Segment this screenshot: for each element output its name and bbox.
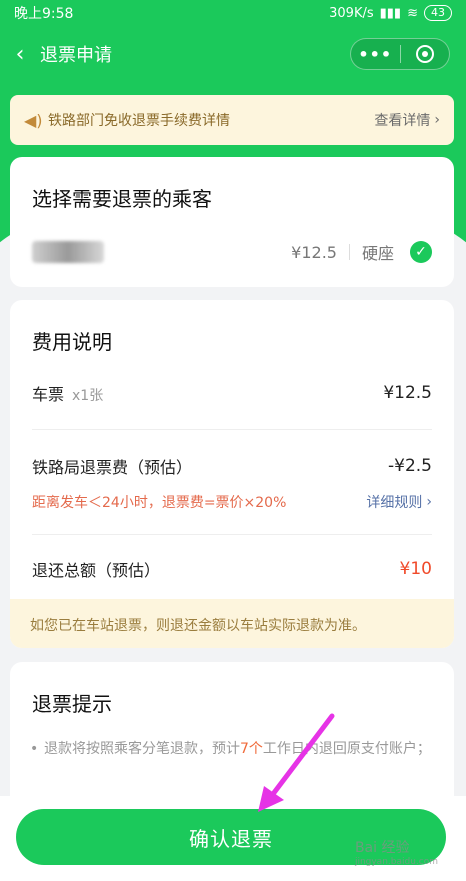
network-speed: 309K/s bbox=[329, 5, 374, 21]
fee-card: 费用说明 车票 x1张 ¥12.5 铁路局退票费（预估） -¥2.5 距离发车＜2… bbox=[10, 300, 454, 648]
ticket-count: x1张 bbox=[72, 388, 104, 404]
baidu-watermark: Bai 经验 jingyan.baidu.com bbox=[355, 837, 438, 867]
passenger-ticket-price: ¥12.5 bbox=[291, 242, 337, 262]
view-details-link[interactable]: 查看详情 › bbox=[374, 110, 440, 130]
target-circle-icon[interactable] bbox=[401, 39, 450, 69]
detailed-rules-label: 详细规则 bbox=[366, 495, 423, 511]
page-title: 退票申请 bbox=[40, 45, 112, 66]
passenger-name-redacted bbox=[32, 241, 104, 263]
refund-tips-title: 退票提示 bbox=[32, 692, 112, 716]
passenger-row[interactable]: ¥12.5 硬座 ✓ bbox=[10, 240, 454, 264]
fee-rule-row: 距离发车＜24小时，退票费=票价×20% 详细规则 › bbox=[10, 492, 454, 512]
watermark-brand: Bai 经验 bbox=[354, 840, 410, 856]
wifi-icon: ≋ bbox=[407, 5, 418, 21]
divider bbox=[32, 429, 432, 430]
status-time: 晚上9:58 bbox=[14, 6, 74, 22]
fee-rule-text: 距离发车＜24小时，退票费=票价×20% bbox=[32, 495, 287, 511]
refund-total-value: ¥10 bbox=[399, 559, 432, 579]
more-dots-icon[interactable]: ••• bbox=[351, 39, 400, 69]
tip-text-after: 工作日内退回原支付账户； bbox=[262, 741, 431, 757]
fee-notice-banner[interactable]: ◀) 铁路部门免收退票手续费详情 查看详情 › bbox=[10, 95, 454, 145]
refund-fee-row: 铁路局退票费（预估） -¥2.5 bbox=[10, 454, 454, 478]
chevron-right-icon: › bbox=[426, 494, 432, 510]
bullet-icon: • bbox=[30, 741, 39, 757]
ticket-price: ¥12.5 bbox=[383, 383, 432, 403]
refund-total-row: 退还总额（预估） ¥10 bbox=[10, 557, 454, 581]
watermark-url: jingyan.baidu.com bbox=[354, 857, 438, 867]
ticket-label: 车票 bbox=[32, 385, 65, 404]
chevron-left-icon[interactable]: ‹ bbox=[0, 30, 40, 78]
refund-total-label: 退还总额（预估） bbox=[32, 561, 161, 580]
refund-fee-value: -¥2.5 bbox=[388, 456, 432, 476]
tip-text-before: 退款将按照乘客分笔退款，预计 bbox=[44, 741, 240, 757]
miniprogram-capsule: ••• bbox=[350, 38, 450, 70]
speaker-icon: ◀) bbox=[24, 110, 43, 130]
passenger-card-title: 选择需要退票的乘客 bbox=[32, 187, 212, 211]
signal-icon: ▮▮▮ bbox=[379, 5, 402, 21]
passenger-seat-type: 硬座 bbox=[361, 244, 394, 263]
ticket-row: 车票 x1张 ¥12.5 bbox=[10, 381, 454, 405]
detailed-rules-link[interactable]: 详细规则 › bbox=[366, 492, 432, 512]
passenger-card: 选择需要退票的乘客 ¥12.5 硬座 ✓ bbox=[10, 157, 454, 287]
list-item: • 退款将按照乘客分笔退款，预计7个工作日内退回原支付账户； bbox=[10, 717, 454, 763]
price-seat-divider bbox=[348, 244, 350, 260]
fee-card-title: 费用说明 bbox=[32, 330, 112, 354]
station-refund-tip: 如您已在车站退票，则退还金额以车站实际退款为准。 bbox=[10, 599, 454, 648]
notice-text: 铁路部门免收退票手续费详情 bbox=[48, 113, 230, 129]
battery-icon: 43 bbox=[424, 5, 452, 21]
tip-highlight: 7个 bbox=[240, 741, 263, 757]
view-details-label: 查看详情 bbox=[374, 113, 431, 129]
status-bar: 晚上9:58 309K/s ▮▮▮ ≋ 43 bbox=[0, 0, 466, 26]
chevron-right-icon: › bbox=[434, 112, 440, 128]
checkmark-icon[interactable]: ✓ bbox=[410, 241, 432, 263]
refund-fee-label: 铁路局退票费（预估） bbox=[32, 458, 193, 477]
navigation-bar: ‹ 退票申请 ••• bbox=[0, 30, 466, 78]
divider bbox=[32, 534, 432, 535]
